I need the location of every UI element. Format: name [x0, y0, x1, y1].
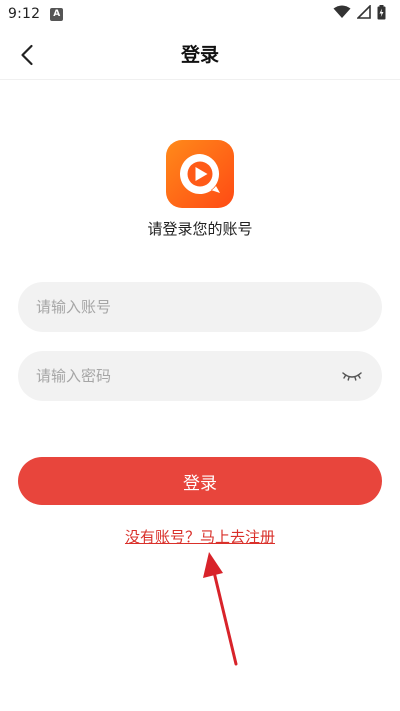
password-input[interactable] — [36, 367, 340, 385]
battery-charging-icon — [377, 4, 386, 24]
status-right — [333, 4, 386, 24]
app-logo — [166, 140, 234, 208]
notification-icon: A — [50, 7, 64, 21]
page-title: 登录 — [180, 44, 219, 66]
wifi-icon — [333, 5, 351, 23]
login-prompt: 请登录您的账号 — [147, 220, 253, 238]
account-field[interactable] — [18, 282, 382, 332]
password-visibility-toggle[interactable] — [340, 364, 364, 388]
annotation-arrow-icon — [203, 552, 238, 666]
login-button[interactable]: 登录 — [18, 457, 382, 505]
chevron-left-icon — [21, 44, 33, 66]
back-button[interactable] — [10, 38, 44, 72]
password-field[interactable] — [18, 351, 382, 401]
play-bubble-logo-icon — [180, 154, 220, 194]
signal-icon — [356, 4, 371, 23]
status-bar: 9:12 A — [0, 0, 400, 28]
eye-closed-icon — [342, 372, 362, 381]
account-input[interactable] — [36, 298, 364, 316]
status-left: 9:12 A — [8, 6, 64, 22]
status-time: 9:12 — [8, 6, 41, 22]
nav-bar: 登录 — [0, 28, 400, 80]
